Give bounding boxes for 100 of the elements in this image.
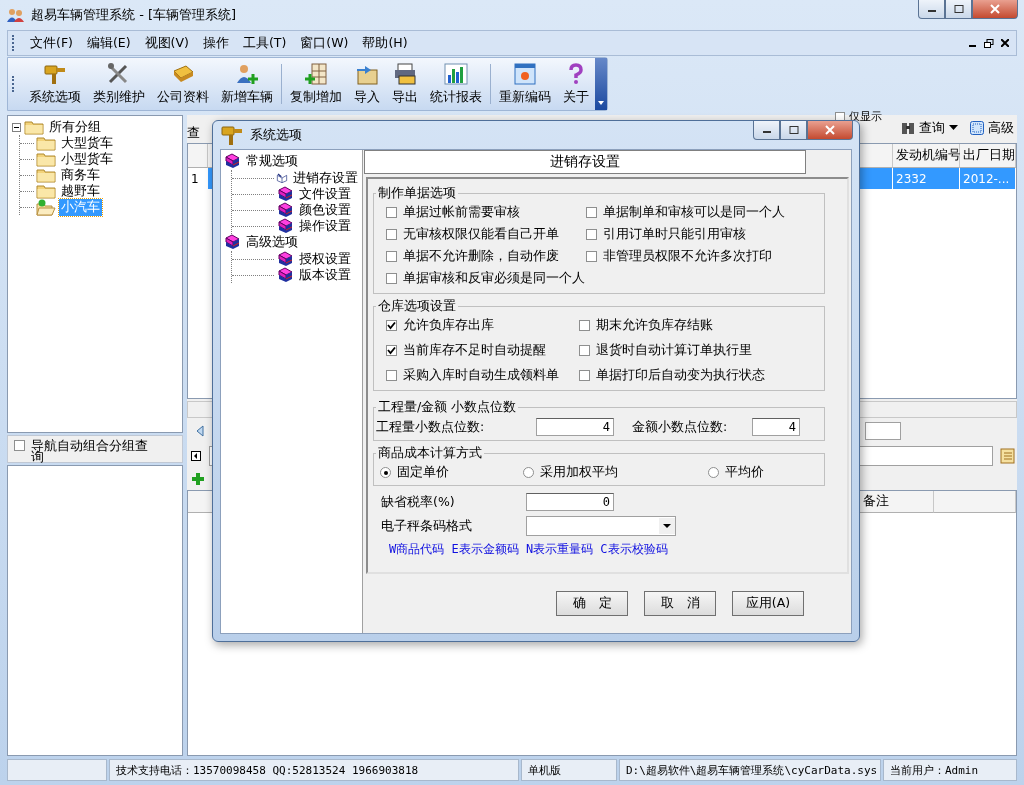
- checkbox[interactable]: [586, 229, 597, 240]
- window-title: 超易车辆管理系统 - [车辆管理系统]: [31, 6, 238, 24]
- tree-item[interactable]: 高级选项: [244, 233, 300, 251]
- status-text: 当前用户：Admin: [883, 759, 1017, 781]
- folder-icon: [36, 167, 56, 183]
- checkbox[interactable]: [586, 251, 597, 262]
- minimize-button[interactable]: [753, 121, 780, 140]
- user-add-icon: [235, 62, 259, 85]
- toolbar-button[interactable]: 类别维护: [87, 58, 151, 110]
- radio-label: 采用加权平均: [540, 464, 618, 481]
- checkbox[interactable]: [386, 345, 397, 356]
- tree-item[interactable]: 操作设置: [297, 217, 353, 235]
- checkbox[interactable]: [386, 229, 397, 240]
- toolbar-button[interactable]: 系统选项: [23, 58, 87, 110]
- checkbox[interactable]: [386, 370, 397, 381]
- checkbox[interactable]: [386, 251, 397, 262]
- radio-button[interactable]: [380, 467, 391, 478]
- checkbox[interactable]: [579, 370, 590, 381]
- toolbar-button[interactable]: 公司资料: [151, 58, 215, 110]
- dialog-title: 系统选项: [250, 126, 303, 144]
- radio-button[interactable]: [708, 467, 719, 478]
- calendar-icon: [513, 62, 537, 85]
- number-field[interactable]: 0: [526, 493, 614, 511]
- checkbox-label: 退货时自动计算订单执行里: [596, 342, 752, 359]
- checkbox[interactable]: [586, 207, 597, 218]
- maximize-icon: [788, 126, 799, 134]
- add-icon[interactable]: [191, 472, 205, 486]
- column-header[interactable]: 备注: [860, 491, 934, 513]
- mdi-restore-icon[interactable]: [982, 36, 996, 50]
- group-label: 工程量/金额 小数点位数: [377, 399, 518, 416]
- maximize-icon: [953, 5, 964, 13]
- tree-item[interactable]: 常规选项: [244, 152, 300, 170]
- number-field[interactable]: 4: [536, 418, 614, 436]
- menu-item[interactable]: 工具(T): [235, 31, 294, 55]
- minimize-button[interactable]: [918, 0, 945, 19]
- radio-label: 平均价: [725, 464, 764, 481]
- checkbox-label: 导航自动组合分组查询: [31, 440, 149, 462]
- toolbar-button[interactable]: 复制增加: [284, 58, 348, 110]
- input-field[interactable]: [865, 422, 901, 440]
- menu-item[interactable]: 操作: [195, 31, 236, 55]
- toolbar-button[interactable]: 关于: [557, 58, 595, 110]
- status-text: 技术支持电话：13570098458 QQ:52813524 1966903818: [109, 759, 519, 781]
- radio-button[interactable]: [523, 467, 534, 478]
- tree-item[interactable]: 版本设置: [297, 266, 353, 284]
- tree-item[interactable]: 授权设置: [297, 250, 353, 268]
- checkbox-label: 引用订单时只能引用审核: [603, 226, 746, 243]
- menu-item[interactable]: 视图(V): [137, 31, 196, 55]
- notebook-icon[interactable]: [999, 448, 1015, 464]
- tree-item[interactable]: 小型货车: [59, 150, 115, 168]
- checkbox-label: 单据审核和反审必须是同一个人: [403, 270, 585, 287]
- checkbox-label: 单据不允许删除，自动作废: [403, 248, 559, 265]
- maximize-button[interactable]: [780, 121, 807, 140]
- checkbox-label: 非管理员权限不允许多次打印: [603, 248, 772, 265]
- folder-icon: [36, 183, 56, 199]
- menu-item[interactable]: 编辑(E): [79, 31, 138, 55]
- field-label: 电子秤条码格式: [381, 517, 473, 535]
- tree-item[interactable]: 所有分组: [47, 118, 103, 136]
- collapse-icon[interactable]: [12, 122, 21, 132]
- toolbar-button[interactable]: 导入: [348, 58, 386, 110]
- toolbar-button[interactable]: 新增车辆: [215, 58, 279, 110]
- close-button[interactable]: [807, 121, 853, 140]
- mdi-close-icon[interactable]: [998, 36, 1012, 50]
- maximize-button[interactable]: [945, 0, 972, 19]
- checkbox[interactable]: [386, 273, 397, 284]
- number-field[interactable]: 4: [752, 418, 800, 436]
- checkbox[interactable]: [386, 207, 397, 218]
- tree-item[interactable]: 文件设置: [297, 185, 353, 203]
- checkbox[interactable]: [579, 320, 590, 331]
- tree-item[interactable]: 颜色设置: [297, 201, 353, 219]
- left-arrow-icon[interactable]: [189, 448, 203, 464]
- dialog-button[interactable]: 确 定: [556, 591, 628, 616]
- advanced-button[interactable]: 高级: [967, 117, 1017, 139]
- toolbar-button[interactable]: 统计报表: [424, 58, 488, 110]
- close-icon: [824, 125, 836, 135]
- toolbar-button[interactable]: 导出: [386, 58, 424, 110]
- caret-icon: [659, 518, 675, 534]
- close-button[interactable]: [972, 0, 1018, 19]
- sheet-add-icon: [304, 62, 328, 85]
- menu-item[interactable]: 文件(F): [23, 31, 80, 55]
- menu-item[interactable]: 窗口(W): [293, 31, 356, 55]
- checkbox-label: 采购入库时自动生成领料单: [403, 367, 559, 384]
- overflow-icon[interactable]: [595, 58, 607, 110]
- query-button[interactable]: 查询: [898, 117, 961, 139]
- column-header[interactable]: 出厂日期: [960, 144, 1016, 168]
- tree-item[interactable]: 大型货车: [59, 134, 115, 152]
- tree-item[interactable]: 商务车: [59, 166, 102, 184]
- hammer-icon: [43, 62, 67, 85]
- toolbar-button[interactable]: 重新编码: [493, 58, 557, 110]
- tree-item[interactable]: 进销存设置: [291, 169, 360, 187]
- status-text: D:\超易软件\超易车辆管理系统\cyCarData.sys: [619, 759, 881, 781]
- dropdown[interactable]: [526, 516, 676, 536]
- checkbox[interactable]: [386, 320, 397, 331]
- menu-item[interactable]: 帮助(H): [355, 31, 415, 55]
- checkbox-label: 单据制单和审核可以是同一个人: [603, 204, 785, 221]
- dialog-button[interactable]: 应用(A): [732, 591, 804, 616]
- tree-item[interactable]: 越野车: [59, 182, 102, 200]
- checkbox[interactable]: [14, 440, 25, 451]
- column-header[interactable]: 发动机编号: [893, 144, 960, 168]
- dialog-button[interactable]: 取 消: [644, 591, 716, 616]
- checkbox[interactable]: [579, 345, 590, 356]
